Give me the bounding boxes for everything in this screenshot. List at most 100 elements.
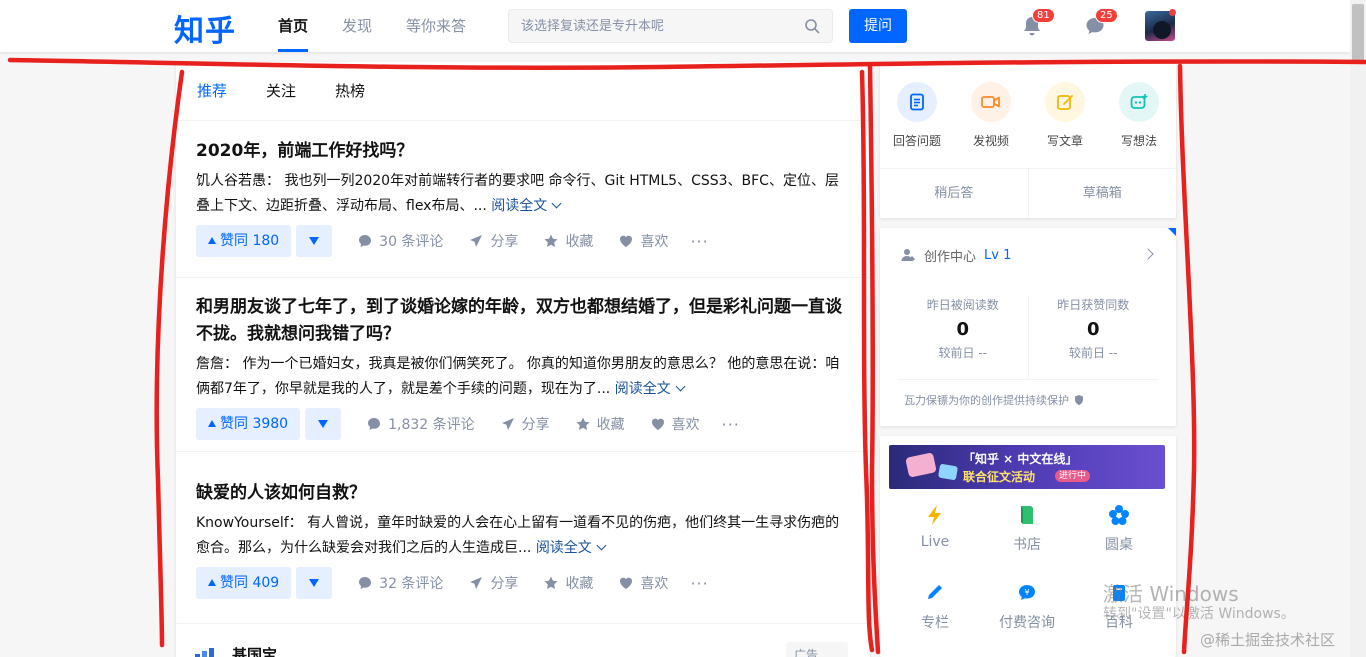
share-icon	[501, 418, 514, 430]
upvote-button[interactable]: 赞同 180	[196, 225, 292, 257]
answer-question-button[interactable]: 回答问题	[880, 82, 954, 149]
triangle-down-icon	[318, 420, 329, 428]
question-title[interactable]: 基国宝	[232, 644, 850, 657]
downvote-button[interactable]	[296, 225, 333, 257]
stat-value: 0	[1086, 319, 1100, 340]
share-button[interactable]: 分享	[468, 231, 518, 251]
video-camera-icon	[971, 82, 1011, 122]
quick-actions-card: 回答问题 发视频 写文章 写想法 稍后答 草稿箱	[880, 62, 1176, 218]
answer-later-button[interactable]: 稍后答	[880, 169, 1028, 218]
triangle-down-icon	[309, 579, 320, 587]
bookstore-link[interactable]: 书店	[981, 500, 1073, 578]
corner-marker	[1168, 228, 1176, 236]
grid-label: 书店	[1013, 537, 1041, 553]
upvote-button[interactable]: 赞同 409	[196, 567, 292, 599]
creator-protection-note[interactable]: 瓦力保镖为你的创作提供持续保护	[880, 380, 1176, 420]
search-box	[508, 9, 833, 43]
shield-icon	[1075, 395, 1083, 405]
column-link[interactable]: 专栏	[889, 578, 981, 656]
share-button[interactable]: 分享	[500, 414, 550, 434]
read-more-label: 阅读全文	[614, 381, 671, 397]
chevron-down-icon	[675, 381, 686, 392]
collect-button[interactable]: 收藏	[543, 231, 593, 251]
search-input[interactable]	[509, 10, 789, 42]
more-options-icon[interactable]: ···	[690, 574, 708, 593]
write-thought-button[interactable]: 写想法	[1102, 82, 1176, 149]
more-options-icon[interactable]: ···	[690, 232, 708, 251]
page-scrollbar[interactable]	[1350, 0, 1366, 657]
yuan-bubble-icon: ¥	[1019, 585, 1035, 600]
answer-excerpt[interactable]: 詹詹： 作为一个已婚妇女，我真是被你们俩笑死了。 你真的知道你男朋友的意思么？ …	[196, 352, 850, 402]
nav-waiting[interactable]: 等你来答	[406, 0, 466, 52]
collect-button[interactable]: 收藏	[575, 414, 625, 434]
stat-upvotes: 昨日获赞同数 0 较前日 --	[1027, 296, 1159, 379]
heart-icon	[620, 577, 633, 589]
drafts-button[interactable]: 草稿箱	[1027, 169, 1177, 218]
live-link[interactable]: Live	[889, 500, 981, 578]
thought-icon	[1119, 82, 1159, 122]
read-more-link[interactable]: 阅读全文	[614, 381, 686, 397]
nav-home[interactable]: 首页	[278, 0, 309, 52]
notification-button[interactable]: 81	[1020, 8, 1055, 38]
write-article-button[interactable]: 写文章	[1028, 82, 1102, 149]
question-title[interactable]: 2020年，前端工作好找吗？	[196, 138, 850, 165]
zhihu-logo[interactable]: 知乎	[174, 6, 236, 50]
star-icon	[576, 417, 590, 430]
creator-center-header[interactable]: 创作中心 Lv 1	[880, 228, 1176, 282]
like-label: 喜欢	[671, 417, 700, 433]
answer-excerpt[interactable]: KnowYourself： 有人曾说，童年时缺爱的人会在心上留有一道看不见的伤疤…	[196, 511, 850, 561]
quick-label: 回答问题	[892, 134, 941, 148]
heart-icon	[651, 418, 664, 430]
quick-actions-row: 回答问题 发视频 写文章 写想法	[880, 62, 1176, 149]
like-button[interactable]: 喜欢	[618, 573, 668, 593]
paid-consult-link[interactable]: ¥ 付费咨询	[981, 578, 1073, 656]
like-button[interactable]: 喜欢	[650, 414, 700, 434]
answer-excerpt[interactable]: 饥人谷若愚： 我也列一列2020年对前端转行者的要求吧 命令行、Git HTML…	[196, 169, 850, 219]
triangle-up-icon	[208, 579, 216, 586]
downvote-button[interactable]	[305, 408, 342, 440]
quick-label: 写文章	[1046, 134, 1083, 148]
svg-text:¥: ¥	[1024, 588, 1029, 597]
nav-explore[interactable]: 发现	[342, 0, 372, 52]
share-button[interactable]: 分享	[468, 573, 518, 593]
card-actions: 赞同 3980 1,832 条评论 分享 收藏 喜欢 ···	[196, 408, 850, 440]
downvote-button[interactable]	[296, 567, 333, 599]
question-title[interactable]: 和男朋友谈了七年了，到了谈婚论嫁的年龄，双方也都想结婚了，但是彩礼问题一直谈不拢…	[196, 294, 850, 348]
site-watermark: @稀土掘金技术社区	[1200, 631, 1336, 649]
main-feed: 推荐 关注 热榜 2020年，前端工作好找吗？ 饥人谷若愚： 我也列一列2020…	[176, 62, 870, 657]
more-options-icon[interactable]: ···	[722, 415, 740, 434]
read-more-link[interactable]: 阅读全文	[536, 540, 607, 556]
upvote-button[interactable]: 赞同 3980	[196, 408, 301, 440]
ask-button[interactable]: 提问	[849, 9, 907, 43]
excerpt-text: KnowYourself： 有人曾说，童年时缺爱的人会在心上留有一道看不见的伤疤…	[196, 515, 840, 556]
share-label: 分享	[490, 576, 519, 592]
chevron-right-icon	[1142, 248, 1154, 260]
tab-recommend[interactable]: 推荐	[197, 62, 227, 120]
share-icon	[470, 235, 483, 247]
collect-button[interactable]: 收藏	[543, 573, 593, 593]
ad-tag[interactable]: 广告	[786, 642, 848, 657]
comment-button[interactable]: 30 条评论	[357, 231, 443, 251]
comment-count: 32 条评论	[379, 576, 444, 592]
tab-hot[interactable]: 热榜	[335, 62, 365, 120]
contest-banner[interactable]: 「知乎 × 中文在线」 联合征文活动 进行中	[889, 445, 1165, 489]
roundtable-link[interactable]: 圆桌	[1073, 500, 1165, 578]
edit-icon	[1045, 82, 1085, 122]
share-icon	[470, 577, 483, 589]
read-more-label: 阅读全文	[491, 198, 548, 214]
like-button[interactable]: 喜欢	[618, 231, 668, 251]
read-more-link[interactable]: 阅读全文	[491, 198, 562, 214]
search-icon[interactable]	[804, 18, 820, 34]
messages-button[interactable]: 25	[1083, 8, 1118, 38]
lightning-icon	[928, 505, 941, 525]
post-video-button[interactable]: 发视频	[954, 82, 1028, 149]
comment-button[interactable]: 1,832 条评论	[366, 414, 475, 434]
quick-label: 发视频	[972, 134, 1009, 148]
tab-follow[interactable]: 关注	[266, 62, 296, 120]
comment-button[interactable]: 32 条评论	[357, 573, 443, 593]
book-icon	[1021, 506, 1033, 524]
collect-label: 收藏	[565, 576, 594, 592]
scrollbar-thumb[interactable]	[1352, 4, 1364, 64]
quick-bottom-row: 稍后答 草稿箱	[880, 168, 1176, 218]
question-title[interactable]: 缺爱的人该如何自救？	[196, 480, 850, 507]
